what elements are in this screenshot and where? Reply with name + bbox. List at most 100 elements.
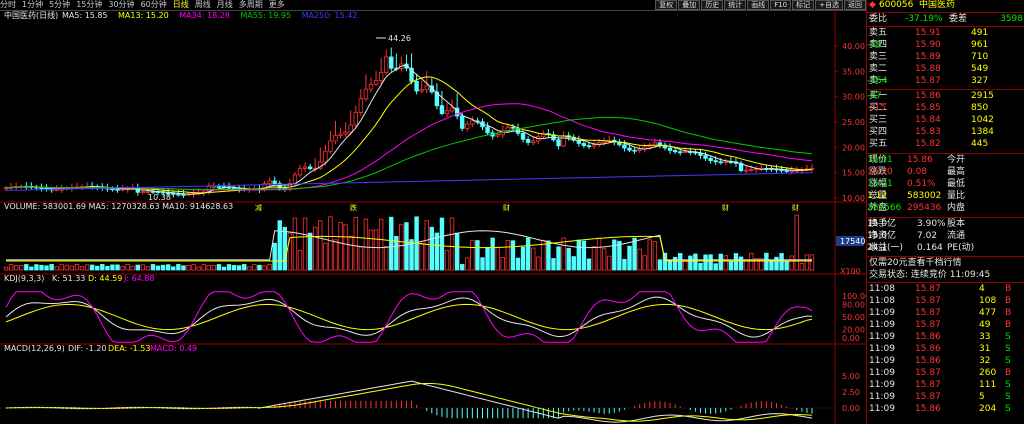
volume-bar <box>454 232 460 271</box>
period-tab-2[interactable]: 5分钟 <box>49 0 70 10</box>
tick-time: 11:09 <box>869 356 895 366</box>
bid-price: 15.84 <box>915 115 941 125</box>
candle-body <box>181 193 186 196</box>
tick-price: 15.87 <box>915 380 941 390</box>
tick-row-4: 11:09 15.86 33 S <box>867 332 1024 343</box>
bid-price: 15.86 <box>915 91 941 101</box>
candle-body <box>110 188 115 191</box>
kdj-tick-1: 80.00 <box>842 300 865 309</box>
tick-side: S <box>1005 344 1011 354</box>
volume-bar <box>495 247 500 271</box>
volume-bar <box>13 265 19 271</box>
volume-unit: X100 <box>840 267 861 276</box>
volume-bar <box>520 246 526 271</box>
volume-bar <box>723 255 729 271</box>
bid-row-3: 买四 15.83 1384 <box>867 127 1024 138</box>
candle-body <box>358 98 364 113</box>
toolbar-button-3[interactable]: 统计 <box>724 0 747 10</box>
period-tab-3[interactable]: 15分钟 <box>76 0 102 10</box>
ma-label-1: MA13: 15.20 <box>118 11 169 20</box>
level2-notice-text[interactable]: 仅需20元查看千档行情 <box>869 258 961 269</box>
volume-bar <box>257 264 262 271</box>
period-tab-10[interactable]: 更多 <box>269 0 285 10</box>
candle-body <box>485 126 490 134</box>
volume-bar <box>267 264 272 271</box>
candle-body <box>561 135 566 147</box>
volume-bar <box>145 266 151 271</box>
volume-bar <box>617 240 622 271</box>
volume-bar <box>429 226 435 271</box>
volume-bar <box>612 239 617 271</box>
bid-volume: 445 <box>971 139 989 149</box>
period-tab-6[interactable]: 日线 <box>173 0 189 10</box>
level2-notice-link[interactable]: 仅需20元查看千档行情 <box>867 258 1024 269</box>
ask-row-2: 卖三 15.89 710 <box>867 52 1024 63</box>
volume-bar <box>708 254 713 271</box>
ask-volume: 961 <box>971 40 989 50</box>
ask-change: -164 <box>867 76 888 86</box>
candle-body <box>297 167 303 176</box>
volume-bar <box>591 246 597 271</box>
volume-bar <box>546 240 551 271</box>
toolbar-button-6[interactable]: 标记 <box>792 0 815 10</box>
tick-row-8: 11:09 15.87 111 S <box>867 380 1024 391</box>
ask-row-1: 卖四 15.90 961 -19 <box>867 40 1024 51</box>
candle-body <box>703 155 708 159</box>
candle-body <box>444 110 450 115</box>
tick-side: B <box>1005 284 1012 294</box>
stat2-value: 24.1 <box>867 243 888 253</box>
bid-volume: 850 <box>971 103 989 113</box>
tick-side: B <box>1005 368 1012 378</box>
kdj-tick-4: 0.00 <box>842 334 860 343</box>
volume-bar <box>272 242 277 271</box>
stat-value: 1.12 <box>867 191 888 201</box>
period-tab-5[interactable]: 60分钟 <box>141 0 167 10</box>
tick-price: 15.87 <box>915 368 941 378</box>
quote-panel: ◆ 600056 中国医药 委比 -37.19% 委差 3598 卖五 15.91 491 卖四 15… <box>866 0 1024 424</box>
quote-sep-3 <box>867 153 1024 154</box>
stat-value: 15.51 <box>867 179 893 189</box>
candle-body <box>779 169 784 172</box>
toolbar-button-1[interactable]: 叠加 <box>678 0 701 10</box>
tick-volume: 204 <box>979 404 997 414</box>
volume-bar <box>64 264 70 271</box>
price-tick-6: 10.00 <box>842 194 865 203</box>
period-tab-8[interactable]: 月线 <box>217 0 233 10</box>
toolbar-button-0[interactable]: 复权 <box>655 0 678 10</box>
volume-bar <box>733 253 739 271</box>
volume-label: VOLUME: 583001.69 MA5: 1270328.63 MA10: … <box>4 202 233 211</box>
tick-price: 15.86 <box>915 356 941 366</box>
bid-label: 买三 <box>869 115 888 125</box>
event-marker-2: 财 <box>503 203 510 212</box>
volume-bar <box>226 264 232 271</box>
volume-bar <box>277 220 282 271</box>
volume-bar <box>485 247 490 271</box>
candle-body <box>470 120 475 125</box>
toolbar-button-5[interactable]: F10 <box>770 0 792 10</box>
toolbar-button-7[interactable]: +自选 <box>815 0 843 10</box>
period-tab-1[interactable]: 1分钟 <box>22 0 43 10</box>
toolbar-button-8[interactable]: 返回 <box>844 0 866 10</box>
price-tick-3: 25.00 <box>842 118 865 127</box>
period-tab-4[interactable]: 30分钟 <box>108 0 134 10</box>
low-price-label: 10.38 <box>148 193 171 202</box>
volume-bar <box>622 258 627 271</box>
volume-bar <box>738 256 744 271</box>
volume-bar <box>439 217 445 271</box>
toolbar-button-4[interactable]: 画线 <box>747 0 770 10</box>
kline-chart-area[interactable]: 中国医药(日线) MA5: 15.85 MA13: 15.20 MA34: 18.28… <box>0 10 866 424</box>
volume-bar <box>368 229 374 271</box>
volume-bar <box>470 240 475 271</box>
volume-bar <box>358 246 364 271</box>
ask-volume: 549 <box>971 64 989 74</box>
period-tab-0[interactable]: 分时 <box>0 0 16 10</box>
candle-body <box>683 151 688 154</box>
period-tab-7[interactable]: 周线 <box>195 0 211 10</box>
macd-tick-0: 5.00 <box>842 372 860 381</box>
volume-bar <box>262 265 267 271</box>
toolbar-button-2[interactable]: 历史 <box>701 0 724 10</box>
volume-bar <box>201 264 206 271</box>
volume-bar <box>399 224 404 271</box>
period-tab-9[interactable]: 多周期 <box>239 0 263 10</box>
candle-body <box>530 140 536 143</box>
